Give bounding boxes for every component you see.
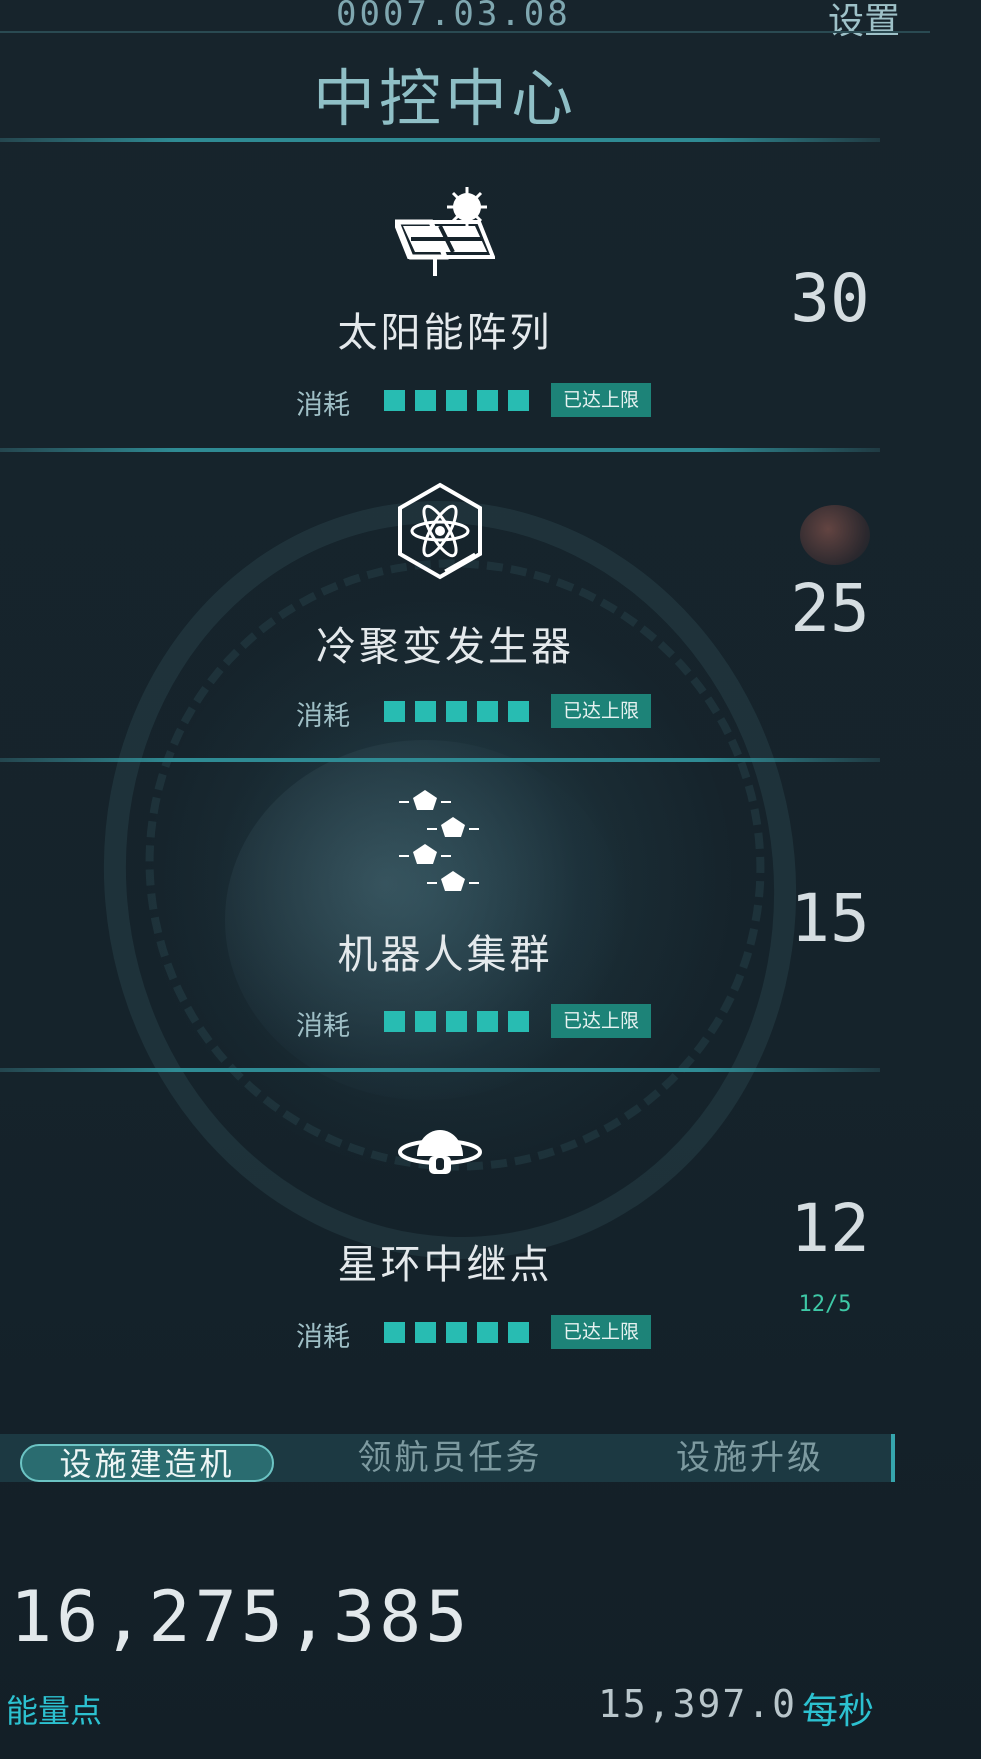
facility-level: 15 [790, 880, 870, 957]
facility-level: 25 [790, 570, 870, 647]
facility-capacity: 12/5 [798, 1292, 852, 1317]
max-level-badge: 已达上限 [551, 1315, 651, 1349]
game-date: 0007.03.08 [336, 0, 571, 34]
consume-label: 消耗 [296, 701, 350, 732]
divider [0, 31, 930, 33]
cost-indicator [384, 1011, 529, 1032]
facility-card-solar-array[interactable]: 太阳能阵列 消耗 已达上限 30 [0, 142, 890, 442]
tab-bar: 设施建造机 领航员任务 设施升级 [0, 1434, 895, 1482]
facility-name: 机器人集群 [337, 932, 553, 978]
cost-indicator [384, 390, 529, 411]
max-level-badge: 已达上限 [551, 694, 651, 728]
consume-label: 消耗 [296, 1011, 350, 1042]
tab-facility-builder[interactable]: 设施建造机 [20, 1444, 274, 1482]
facility-card-ring-relay[interactable]: 星环中继点 消耗 已达上限 12 12/5 [0, 1072, 890, 1372]
facility-level: 12 [790, 1190, 870, 1267]
energy-rate-unit: 每秒 [802, 1691, 875, 1732]
consume-label: 消耗 [296, 1322, 350, 1353]
tab-bar-edge [891, 1434, 895, 1482]
ring-relay-icon [395, 1122, 485, 1222]
facility-name: 星环中继点 [337, 1242, 553, 1288]
facility-name: 太阳能阵列 [337, 310, 553, 356]
atom-icon [395, 482, 485, 582]
tab-navigator-missions[interactable]: 领航员任务 [330, 1434, 570, 1482]
energy-points-label: 能量点 [6, 1692, 103, 1730]
max-level-badge: 已达上限 [551, 1004, 651, 1038]
cost-indicator [384, 701, 529, 722]
tab-facility-upgrade[interactable]: 设施升级 [640, 1434, 860, 1482]
settings-button[interactable]: 设置 [828, 0, 900, 44]
facility-level: 30 [790, 260, 870, 337]
energy-points-value: 16,275,385 [10, 1576, 472, 1658]
facility-card-robot-swarm[interactable]: 机器人集群 消耗 已达上限 15 [0, 762, 890, 1062]
consume-label: 消耗 [296, 390, 350, 421]
facility-name: 冷聚变发生器 [316, 624, 574, 670]
max-level-badge: 已达上限 [551, 383, 651, 417]
facility-card-cold-fusion[interactable]: 冷聚变发生器 消耗 已达上限 25 [0, 452, 890, 752]
energy-rate-value: 15,397.0 [598, 1682, 798, 1726]
cost-indicator [384, 1322, 529, 1343]
robot-swarm-icon [395, 782, 485, 891]
solar-panel-icon [392, 166, 496, 276]
page-title: 中控中心 [312, 62, 577, 135]
